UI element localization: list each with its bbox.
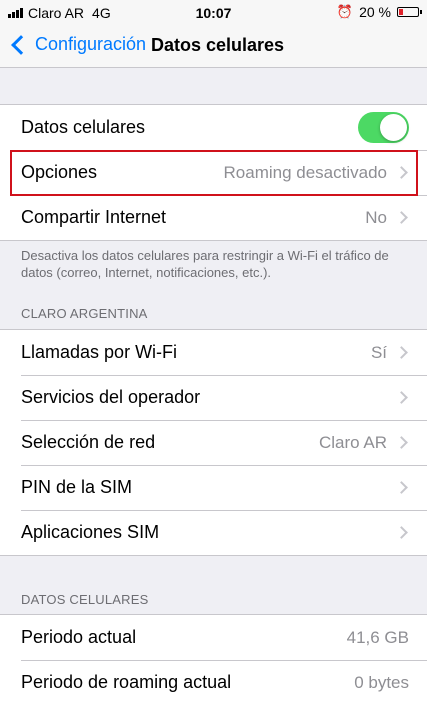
chevron-left-icon [11, 34, 31, 55]
section-header-datos: DATOS CELULARES [21, 592, 149, 607]
footer-note: Desactiva los datos celulares para restr… [21, 248, 389, 280]
row-label: Opciones [21, 162, 98, 182]
row-value: Roaming desactivado [223, 162, 387, 182]
page-title: Datos celulares [151, 35, 285, 55]
row-compartir-internet[interactable]: Compartir Internet No [0, 195, 427, 240]
battery-fill [399, 9, 403, 15]
back-button[interactable]: Configuración [10, 34, 146, 55]
chevron-right-icon [395, 526, 408, 539]
row-periodo-roaming: Periodo de roaming actual 0 bytes [0, 660, 427, 705]
chevron-right-icon [395, 436, 408, 449]
chevron-right-icon [395, 346, 408, 359]
row-label: Servicios del operador [21, 387, 201, 407]
cellular-settings-group: Datos celulares Opciones Roaming desacti… [0, 104, 427, 241]
row-periodo-actual: Periodo actual 41,6 GB [0, 615, 427, 660]
usage-group: Periodo actual 41,6 GB Periodo de roamin… [0, 614, 427, 705]
carrier-group: Llamadas por Wi-Fi Sí Servicios del oper… [0, 329, 427, 556]
row-servicios-operador[interactable]: Servicios del operador [0, 375, 427, 420]
row-llamadas-wifi[interactable]: Llamadas por Wi-Fi Sí [0, 330, 427, 375]
row-label: Selección de red [21, 432, 156, 452]
row-label: Periodo actual [21, 627, 137, 647]
status-bar: Claro AR 4G 10:07 ⏰ 20 % [0, 0, 427, 26]
row-opciones[interactable]: Opciones Roaming desactivado [0, 150, 427, 195]
row-label: Llamadas por Wi-Fi [21, 342, 178, 362]
alarm-icon: ⏰ [336, 4, 354, 19]
chevron-right-icon [395, 481, 408, 494]
status-right: ⏰ 20 % [336, 4, 422, 20]
row-value: Claro AR [318, 432, 387, 452]
row-label: PIN de la SIM [21, 477, 133, 497]
cellular-data-toggle[interactable] [358, 112, 409, 143]
row-seleccion-red[interactable]: Selección de red Claro AR [0, 420, 427, 465]
row-label: Periodo de roaming actual [21, 672, 232, 692]
row-label: Datos celulares [21, 117, 146, 137]
section-header-claro: CLARO ARGENTINA [21, 306, 148, 321]
row-value: No [365, 207, 387, 227]
row-pin-sim[interactable]: PIN de la SIM [0, 465, 427, 510]
toggle-knob [380, 114, 407, 141]
chevron-right-icon [395, 211, 408, 224]
row-datos-celulares: Datos celulares [0, 105, 427, 150]
row-value: 0 bytes [354, 672, 409, 692]
row-label: Aplicaciones SIM [21, 522, 160, 542]
row-label: Compartir Internet [21, 207, 167, 227]
battery-percent: 20 % [359, 4, 391, 20]
row-aplicaciones-sim[interactable]: Aplicaciones SIM [0, 510, 427, 555]
row-value: Sí [370, 342, 387, 362]
row-value: 41,6 GB [346, 627, 409, 647]
chevron-right-icon [395, 166, 408, 179]
chevron-right-icon [395, 391, 408, 404]
battery-icon [397, 7, 422, 17]
navigation-bar: Configuración Datos celulares [0, 26, 427, 68]
back-button-label: Configuración [35, 34, 147, 54]
